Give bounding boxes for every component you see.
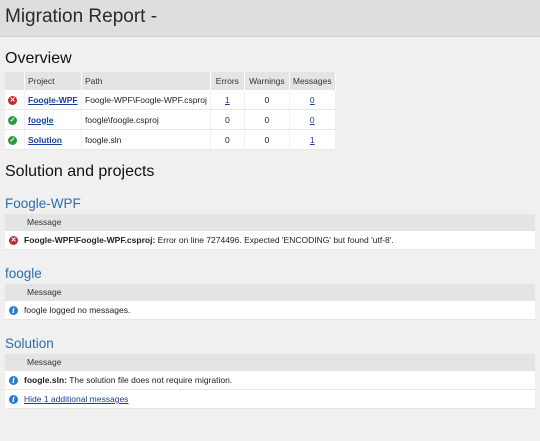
title-bar: Migration Report - — [0, 0, 540, 37]
warnings-count: 0 — [244, 90, 290, 110]
table-row: ✓ foogle foogle\foogle.csproj 0 0 0 — [5, 109, 336, 130]
errors-count-link[interactable]: 1 — [225, 95, 230, 105]
message-table-foogle-wpf: Message ✕ Foogle-WPF\Foogle-WPF.csproj: E… — [5, 214, 535, 250]
messages-count-link[interactable]: 0 — [310, 115, 315, 125]
messages-count-link[interactable]: 0 — [310, 95, 315, 105]
project-path: foogle\foogle.csproj — [81, 109, 211, 130]
messages-count-link[interactable]: 1 — [310, 135, 315, 145]
project-link-foogle[interactable]: foogle — [28, 115, 54, 125]
project-link-foogle-wpf[interactable]: Foogle-WPF — [28, 95, 78, 105]
project-path: foogle.sln — [81, 129, 211, 150]
message-text: The solution file does not require migra… — [66, 375, 233, 385]
solution-projects-heading: Solution and projects — [5, 163, 155, 180]
messages-column-header: Messages — [289, 72, 336, 90]
message-table-foogle: Message i foogle logged no messages. — [5, 284, 535, 320]
message-source: Foogle-WPF\Foogle-WPF.csproj: — [24, 235, 156, 245]
project-link-solution[interactable]: Solution — [28, 135, 62, 145]
project-heading-solution: Solution — [5, 336, 54, 351]
check-icon: ✓ — [8, 135, 17, 145]
table-row: ✓ Solution foogle.sln 0 0 1 — [5, 129, 336, 150]
message-column-header: Message — [5, 354, 535, 371]
info-icon: i — [9, 395, 18, 405]
errors-column-header: Errors — [210, 72, 245, 90]
message-row: i Hide 1 additional messages — [5, 390, 535, 409]
overview-header-row: Project Path Errors Warnings Messages — [5, 72, 336, 90]
info-icon: i — [9, 376, 18, 386]
errors-count: 0 — [210, 129, 245, 150]
overview-table: Project Path Errors Warnings Messages ✕ … — [5, 72, 336, 150]
message-column-header: Message — [5, 214, 535, 231]
window-title: Migration Report - — [5, 6, 158, 27]
info-icon: i — [9, 306, 18, 316]
table-row: ✕ Foogle-WPF Foogle-WPF\Foogle-WPF.cspro… — [5, 90, 336, 110]
path-column-header: Path — [81, 72, 211, 90]
warnings-column-header: Warnings — [244, 72, 290, 90]
project-path: Foogle-WPF\Foogle-WPF.csproj — [81, 90, 211, 110]
error-icon: ✕ — [9, 236, 18, 246]
message-text: foogle logged no messages. — [24, 305, 131, 315]
error-icon: ✕ — [8, 95, 17, 105]
project-heading-foogle-wpf: Foogle-WPF — [5, 196, 81, 211]
report-content: Overview Project Path Errors Warnings Me… — [0, 49, 540, 409]
message-column-header: Message — [5, 284, 535, 301]
project-heading-foogle: foogle — [5, 266, 42, 281]
errors-count: 0 — [210, 109, 245, 130]
project-column-header: Project — [24, 72, 82, 90]
icon-column-header — [5, 72, 25, 90]
message-row: ✕ Foogle-WPF\Foogle-WPF.csproj: Error on … — [5, 231, 535, 250]
warnings-count: 0 — [244, 109, 290, 130]
message-row: i foogle logged no messages. — [5, 301, 535, 320]
warnings-count: 0 — [244, 129, 290, 150]
hide-additional-messages-link[interactable]: Hide 1 additional messages — [24, 394, 128, 404]
message-source: foogle.sln: — [24, 375, 67, 385]
check-icon: ✓ — [8, 115, 17, 125]
message-row: i foogle.sln: The solution file does not … — [5, 371, 535, 390]
overview-heading: Overview — [5, 50, 72, 67]
message-text: Error on line 7274496. Expected 'ENCODIN… — [155, 235, 394, 245]
message-table-solution: Message i foogle.sln: The solution file d… — [5, 354, 535, 409]
